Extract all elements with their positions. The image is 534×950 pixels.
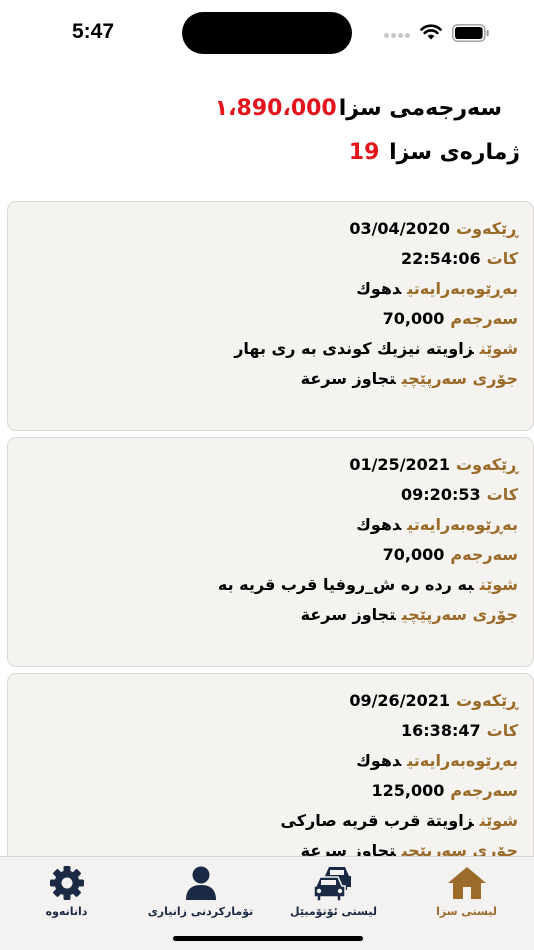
time-label: کات	[486, 249, 518, 268]
wifi-icon	[420, 24, 442, 40]
fines-count-value: 19	[348, 140, 380, 165]
directorate-value: دهوك	[356, 515, 402, 534]
fine-time-row: کات 22:54:06	[8, 244, 518, 274]
total-fines-row: سەرجەمی سزا١،890،000	[20, 90, 520, 134]
amount-label: سەرجەم	[450, 309, 518, 328]
total-fines-value: ١،890،000	[214, 96, 337, 121]
time-value: 22:54:06	[401, 249, 481, 268]
fine-amount-row: سەرجەم 125,000	[8, 776, 518, 806]
fine-card[interactable]: ڕێکەوت 09/26/2021 کات 16:38:47 بەڕێوەبەرای…	[7, 673, 534, 856]
directorate-value: دهوك	[356, 751, 402, 770]
fines-list[interactable]: ڕێکەوت 03/04/2020 کات 22:54:06 بەڕێوەبەرای…	[7, 201, 534, 856]
fine-directorate-row: بەڕێوەبەرایەتی دهوك	[8, 274, 518, 304]
cars-icon	[312, 867, 351, 902]
fine-amount-row: سەرجەم 70,000	[8, 304, 518, 334]
fine-date-row: ڕێکەوت 09/26/2021	[8, 686, 518, 716]
fine-location-row: شوێن زاويته نيزيك كوندى به رى بهار	[8, 334, 518, 364]
user-icon	[185, 866, 216, 900]
fines-count-label: ژمارەی سزا	[389, 140, 520, 165]
fine-amount-row: سەرجەم 70,000	[8, 540, 518, 570]
fines-summary: سەرجەمی سزا١،890،000 ژمارەی سزا 19	[20, 90, 520, 178]
status-time: 5:47	[72, 20, 115, 43]
fine-directorate-row: بەڕێوەبەرایەتی دهوك	[8, 510, 518, 540]
location-value: زاويتة قرب قريه صاركى	[280, 811, 474, 830]
directorate-value: دهوك	[356, 279, 402, 298]
status-bar: 5:47	[0, 0, 534, 60]
directorate-label: بەڕێوەبەرایەتی	[407, 515, 518, 534]
tab-settings-label: دانانەوە	[45, 905, 88, 918]
time-label: کات	[486, 485, 518, 504]
tab-register-info[interactable]: تۆمارکردنی زانیاری	[134, 863, 267, 925]
violation-label: جۆری سەرپێچی	[401, 841, 518, 856]
fine-time-row: کات 09:20:53	[8, 480, 518, 510]
tab-settings[interactable]: دانانەوە	[0, 863, 133, 925]
amount-label: سەرجەم	[450, 545, 518, 564]
violation-value: تجاوز سرعة	[300, 841, 396, 856]
directorate-label: بەڕێوەبەرایەتی	[407, 751, 518, 770]
fine-location-row: شوێن به رده ره ش_روفيا قرب قريه به	[8, 570, 518, 600]
gear-icon	[49, 866, 84, 900]
date-label: ڕێکەوت	[456, 219, 518, 238]
time-value: 16:38:47	[401, 721, 481, 740]
fine-card[interactable]: ڕێکەوت 03/04/2020 کات 22:54:06 بەڕێوەبەرای…	[7, 201, 534, 431]
fine-violation-row: جۆری سەرپێچی تجاوز سرعة	[8, 836, 518, 856]
violation-value: تجاوز سرعة	[300, 605, 396, 624]
fine-date-row: ڕێکەوت 01/25/2021	[8, 450, 518, 480]
violation-value: تجاوز سرعة	[300, 369, 396, 388]
tab-register-info-label: تۆمارکردنی زانیاری	[147, 905, 254, 918]
fine-card[interactable]: ڕێکەوت 01/25/2021 کات 09:20:53 بەڕێوەبەرای…	[7, 437, 534, 667]
tab-vehicles-list-label: لیستی ئۆتۆمبێل	[290, 905, 377, 918]
fine-directorate-row: بەڕێوەبەرایەتی دهوك	[8, 746, 518, 776]
violation-label: جۆری سەرپێچی	[401, 605, 518, 624]
fine-violation-row: جۆری سەرپێچی تجاوز سرعة	[8, 600, 518, 630]
amount-value: 70,000	[382, 545, 445, 564]
tab-fines-list-label: لیستی سزا	[436, 905, 497, 918]
fine-violation-row: جۆری سەرپێچی تجاوز سرعة	[8, 364, 518, 394]
total-fines-label: سەرجەمی سزا	[338, 96, 502, 121]
location-value: به رده ره ش_روفيا قرب قريه به	[217, 575, 474, 594]
fines-count-row: ژمارەی سزا 19	[20, 134, 520, 178]
fine-location-row: شوێن زاويتة قرب قريه صاركى	[8, 806, 518, 836]
time-label: کات	[486, 721, 518, 740]
location-label: شوێن	[479, 811, 518, 830]
home-indicator	[173, 936, 363, 941]
battery-icon	[452, 24, 489, 42]
violation-label: جۆری سەرپێچی	[401, 369, 518, 388]
time-value: 09:20:53	[401, 485, 481, 504]
home-icon	[447, 867, 486, 899]
date-value: 03/04/2020	[349, 219, 451, 238]
dynamic-island	[182, 12, 352, 54]
amount-value: 70,000	[382, 309, 445, 328]
amount-value: 125,000	[371, 781, 445, 800]
date-label: ڕێکەوت	[456, 691, 518, 710]
tab-fines-list[interactable]: لیستی سزا	[400, 863, 533, 925]
location-label: شوێن	[479, 575, 518, 594]
date-value: 01/25/2021	[349, 455, 451, 474]
date-label: ڕێکەوت	[456, 455, 518, 474]
directorate-label: بەڕێوەبەرایەتی	[407, 279, 518, 298]
amount-label: سەرجەم	[450, 781, 518, 800]
fine-time-row: کات 16:38:47	[8, 716, 518, 746]
location-label: شوێن	[479, 339, 518, 358]
fine-date-row: ڕێکەوت 03/04/2020	[8, 214, 518, 244]
date-value: 09/26/2021	[349, 691, 451, 710]
tab-vehicles-list[interactable]: لیستی ئۆتۆمبێل	[267, 863, 400, 925]
cellular-signal-icon	[384, 30, 410, 38]
location-value: زاويته نيزيك كوندى به رى بهار	[234, 339, 474, 358]
